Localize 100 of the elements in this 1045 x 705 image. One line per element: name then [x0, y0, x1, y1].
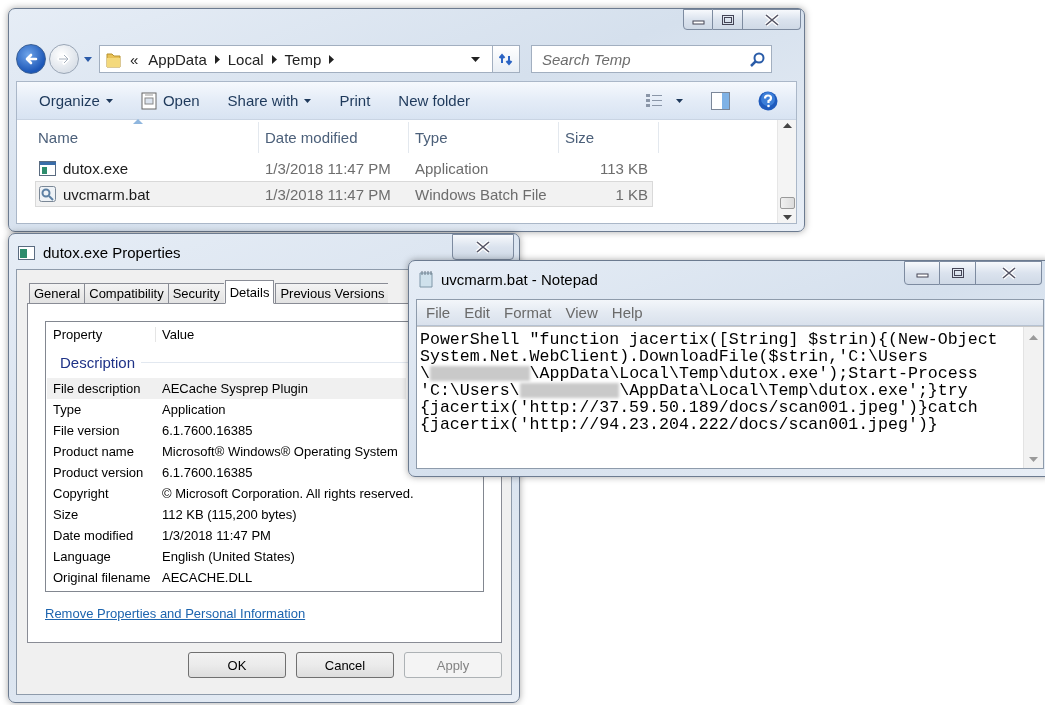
- file-name: uvcmarm.bat: [63, 185, 150, 203]
- notepad-icon: [419, 271, 433, 288]
- toolbar-button[interactable]: Print: [329, 85, 381, 116]
- property-value: AECACHE.DLL: [161, 570, 253, 585]
- scroll-down-icon[interactable]: [782, 215, 792, 220]
- menu-item[interactable]: Help: [605, 304, 649, 321]
- property-name: Size: [52, 507, 80, 522]
- caret-icon: [84, 56, 92, 62]
- property-value: 1/3/2018 11:47 PM: [161, 528, 271, 543]
- property-value: 6.1.7600.16385: [161, 423, 253, 438]
- history-dropdown-button[interactable]: [82, 56, 94, 62]
- close-button[interactable]: [743, 9, 801, 30]
- refresh-icon: [499, 52, 513, 66]
- property-row[interactable]: File description AECache Sysprep Plugin: [47, 378, 406, 399]
- window-title: uvcmarm.bat - Notepad: [441, 271, 598, 288]
- refresh-button[interactable]: [493, 45, 520, 73]
- file-row[interactable]: uvcmarm.bat 1/3/2018 11:47 PM Windows Batch File 1 KB: [35, 181, 653, 207]
- property-row[interactable]: Language English (United States): [47, 546, 406, 567]
- code-text: \AppData\Local\Temp\dutox.exe');Start-Process: [529, 365, 978, 382]
- property-value: Application: [161, 402, 226, 417]
- menu-item[interactable]: View: [559, 304, 604, 321]
- menu-item[interactable]: File: [420, 304, 457, 321]
- property-value: English (United States): [161, 549, 295, 564]
- code-text: PowerShell "function jacertix([String] $strin){(New-Object: [420, 331, 998, 348]
- preview-pane-icon: [711, 91, 730, 110]
- property-row[interactable]: File version 6.1.7600.16385: [47, 420, 406, 441]
- property-row[interactable]: Copyright © Microsoft Corporation. All rights reserved.: [47, 483, 414, 504]
- sort-arrow-icon: [132, 119, 143, 124]
- maximize-button[interactable]: [713, 9, 743, 30]
- file-date: 1/3/2018 11:47 PM: [264, 185, 392, 203]
- property-row[interactable]: Original filename AECACHE.DLL: [47, 567, 406, 588]
- address-bar[interactable]: « AppData Local Temp: [99, 45, 493, 73]
- breadcrumb-arrow-icon[interactable]: [329, 54, 335, 64]
- caret-icon: [304, 98, 312, 103]
- breadcrumb-overflow-button[interactable]: «: [128, 50, 141, 68]
- column-header[interactable]: Type: [409, 122, 559, 153]
- tab[interactable]: Previous Versions: [275, 283, 389, 304]
- back-arrow-icon: [23, 52, 39, 66]
- file-row[interactable]: dutox.exe 1/3/2018 11:47 PM Application 113 KB: [35, 155, 653, 181]
- remove-properties-link[interactable]: Remove Properties and Personal Information: [45, 606, 306, 621]
- close-button[interactable]: [976, 261, 1042, 285]
- file-type: Application: [414, 159, 490, 177]
- toolbar-button[interactable]: New folder: [388, 85, 480, 116]
- property-row[interactable]: Type Application: [47, 399, 406, 420]
- group-heading: Description: [60, 353, 136, 371]
- tab[interactable]: Details: [224, 280, 275, 304]
- address-dropdown-icon[interactable]: [471, 56, 480, 62]
- scrollbar-thumb[interactable]: [779, 197, 795, 209]
- caret-icon: [676, 98, 683, 103]
- search-icon[interactable]: [750, 51, 765, 67]
- maximize-button[interactable]: [940, 261, 976, 285]
- code-text: \AppData\Local\Temp\dutox.exe';}try: [619, 382, 968, 399]
- column-header[interactable]: Size: [559, 122, 659, 153]
- breadcrumb-item[interactable]: AppData: [146, 50, 209, 68]
- search-field[interactable]: Search Temp: [540, 49, 750, 69]
- property-row[interactable]: Size 112 KB (115,200 bytes): [47, 504, 406, 525]
- menu-item[interactable]: Format: [498, 304, 558, 321]
- menu-item[interactable]: Edit: [458, 304, 497, 321]
- toolbar-button[interactable]: Share with: [217, 85, 322, 116]
- file-type: Windows Batch File: [414, 185, 548, 203]
- close-icon: [1000, 266, 1017, 280]
- breadcrumb-arrow-icon[interactable]: [214, 54, 220, 64]
- property-name: Product name: [52, 444, 135, 459]
- column-header[interactable]: Value: [156, 327, 195, 342]
- close-button[interactable]: [452, 234, 514, 260]
- property-value: 112 KB (115,200 bytes): [161, 507, 297, 522]
- property-name: File version: [52, 423, 121, 438]
- breadcrumb-item[interactable]: Local: [225, 50, 266, 68]
- toolbar-button[interactable]: Organize: [29, 85, 123, 116]
- property-name: Date modified: [52, 528, 135, 543]
- property-row[interactable]: Product name Microsoft® Windows® Operating System: [47, 441, 406, 462]
- forward-arrow-icon: [56, 52, 72, 66]
- tab[interactable]: Compatibility: [84, 283, 168, 304]
- maximize-icon: [720, 13, 735, 26]
- search-bar[interactable]: Search Temp: [531, 45, 772, 73]
- scrollbar[interactable]: [777, 120, 796, 223]
- folder-icon: [106, 50, 122, 68]
- property-name: Product version: [52, 465, 145, 480]
- property-value: AECache Sysprep Plugin: [161, 381, 308, 396]
- tab[interactable]: Security: [167, 283, 224, 304]
- dialog-button[interactable]: OK: [188, 652, 286, 678]
- file-size: 1 KB: [614, 185, 648, 203]
- application-icon: [18, 245, 35, 260]
- column-header[interactable]: Date modified: [259, 122, 409, 153]
- code-text: \: [420, 365, 430, 382]
- breadcrumb-arrow-icon[interactable]: [271, 54, 277, 64]
- column-header[interactable]: Property: [47, 327, 156, 342]
- back-button[interactable]: [16, 44, 46, 74]
- toolbar-button[interactable]: Open: [130, 85, 210, 116]
- property-row[interactable]: Product version 6.1.7600.16385: [47, 462, 406, 483]
- dialog-button[interactable]: Cancel: [296, 652, 394, 678]
- property-row[interactable]: Date modified 1/3/2018 11:47 PM: [47, 525, 406, 546]
- property-name: Original filename: [52, 570, 152, 585]
- application-icon: [39, 160, 56, 176]
- tab[interactable]: General: [29, 283, 85, 304]
- code-text: 'C:\Users\: [420, 382, 520, 399]
- scroll-up-icon[interactable]: [782, 123, 792, 128]
- breadcrumb-item[interactable]: Temp: [282, 50, 324, 68]
- caret-icon: [105, 98, 113, 103]
- column-header[interactable]: Name: [17, 122, 259, 153]
